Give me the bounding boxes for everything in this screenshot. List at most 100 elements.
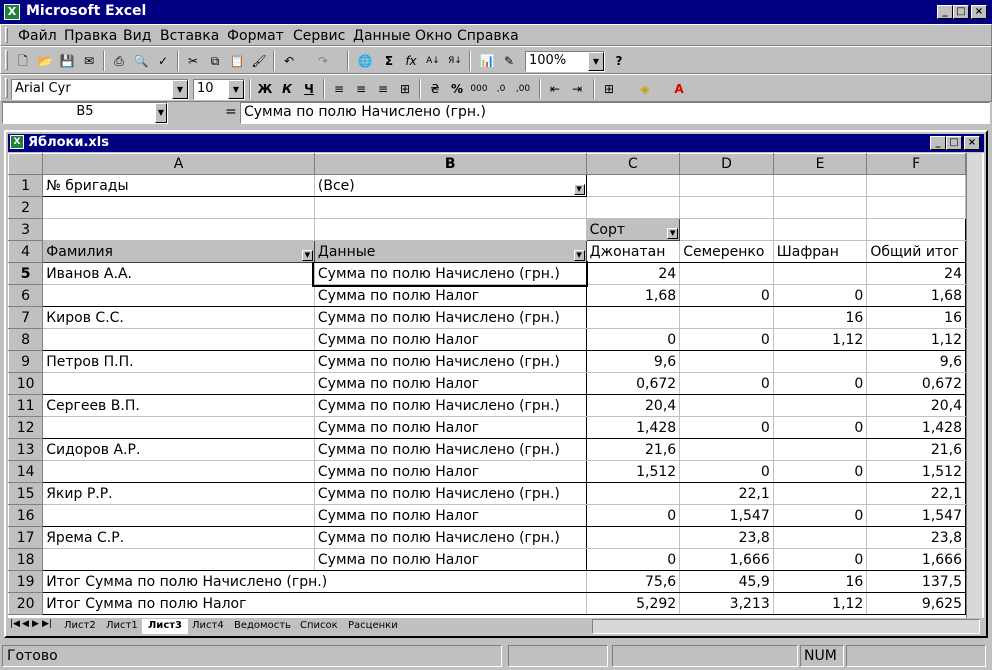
cell[interactable] bbox=[866, 196, 966, 219]
col-header-e[interactable]: E bbox=[772, 153, 868, 175]
row-header[interactable]: 2 bbox=[8, 196, 44, 219]
row-header[interactable]: 12 bbox=[8, 416, 44, 439]
cell-shafran[interactable]: 1,12 bbox=[772, 328, 868, 351]
chevron-down-icon[interactable]: ▼ bbox=[228, 80, 244, 99]
cell-shafran[interactable] bbox=[772, 438, 868, 461]
cell-shafran[interactable] bbox=[772, 526, 868, 549]
cell-data-field[interactable]: Сумма по полю Налог bbox=[313, 416, 587, 439]
drawing-icon[interactable]: ✎ bbox=[499, 51, 519, 71]
bold-icon[interactable]: Ж bbox=[255, 79, 275, 99]
sheet-tab[interactable]: Лист4 bbox=[186, 619, 230, 634]
cell-jonathan[interactable]: 1,512 bbox=[585, 460, 681, 483]
cell-grand-total[interactable]: 1,68 bbox=[866, 284, 966, 307]
cell-jonathan[interactable]: 0 bbox=[585, 328, 681, 351]
row-header[interactable]: 6 bbox=[8, 284, 44, 307]
underline-icon[interactable]: Ч bbox=[299, 79, 319, 99]
cell-surname[interactable]: Петров П.П. bbox=[42, 350, 315, 373]
cell-jonathan[interactable] bbox=[585, 482, 681, 505]
sheet-tab[interactable]: Лист1 bbox=[100, 619, 144, 634]
row-header[interactable]: 10 bbox=[8, 372, 44, 395]
cell-grand-total[interactable]: 16 bbox=[866, 306, 966, 329]
cell[interactable] bbox=[679, 174, 774, 197]
cell[interactable] bbox=[866, 218, 966, 241]
total-grand[interactable]: 9,625 bbox=[866, 592, 966, 615]
total-grand[interactable]: 137,5 bbox=[866, 570, 966, 593]
cell-shafran[interactable]: 16 bbox=[772, 306, 868, 329]
font-select[interactable]: Arial Cyr ▼ bbox=[11, 79, 189, 100]
workbook-icon[interactable]: X bbox=[10, 135, 24, 149]
cell-surname[interactable] bbox=[42, 284, 315, 307]
cell[interactable] bbox=[772, 196, 868, 219]
wb-minimize-button[interactable]: _ bbox=[930, 136, 946, 150]
print-icon[interactable]: ⎙ bbox=[109, 51, 129, 71]
cell[interactable] bbox=[866, 174, 966, 197]
menu-data[interactable]: Данные bbox=[353, 28, 411, 44]
cell-data-field[interactable]: Сумма по полю Налог bbox=[313, 328, 587, 351]
total-semerenko[interactable]: 45,9 bbox=[679, 570, 774, 593]
col-header-c[interactable]: C bbox=[585, 153, 681, 175]
cell-surname[interactable] bbox=[42, 460, 315, 483]
cell-shafran[interactable] bbox=[772, 262, 868, 285]
row-header[interactable]: 1 bbox=[8, 174, 44, 197]
cell-jonathan[interactable]: 1,428 bbox=[585, 416, 681, 439]
sort-ascending-icon[interactable]: А↓ bbox=[423, 51, 443, 71]
cell-grand-total[interactable]: 1,12 bbox=[866, 328, 966, 351]
tab-nav-first-icon[interactable]: |◀ bbox=[10, 619, 20, 629]
horizontal-scrollbar[interactable] bbox=[592, 619, 980, 634]
page-field-filter[interactable]: (Все) ▼ bbox=[313, 174, 587, 197]
decrease-decimal-icon[interactable]: ,00 bbox=[513, 79, 533, 99]
row-header[interactable]: 19 bbox=[8, 570, 44, 593]
cell[interactable] bbox=[679, 218, 774, 241]
sort-descending-icon[interactable]: Я↓ bbox=[445, 51, 465, 71]
total-jonathan[interactable]: 5,292 bbox=[585, 592, 681, 615]
cell-data-field[interactable]: Сумма по полю Начислено (грн.) bbox=[313, 306, 587, 329]
cell-surname[interactable] bbox=[42, 416, 315, 439]
row-header[interactable]: 20 bbox=[8, 592, 44, 615]
open-icon[interactable]: 📂 bbox=[35, 51, 55, 71]
cut-icon[interactable]: ✂ bbox=[183, 51, 203, 71]
menu-window[interactable]: Окно bbox=[415, 28, 452, 44]
excel-icon[interactable]: X bbox=[4, 4, 20, 20]
cell-data-field[interactable]: Сумма по полю Начислено (грн.) bbox=[313, 526, 587, 549]
row-header[interactable]: 9 bbox=[8, 350, 44, 373]
cell-shafran[interactable]: 0 bbox=[772, 416, 868, 439]
cell-data-field[interactable]: Сумма по полю Налог bbox=[313, 372, 587, 395]
thousands-icon[interactable]: 000 bbox=[469, 79, 489, 99]
name-box[interactable]: B5 ▼ bbox=[2, 102, 168, 124]
header-jonathan[interactable]: Джонатан bbox=[585, 240, 681, 263]
chart-wizard-icon[interactable]: 📊 bbox=[477, 51, 497, 71]
total-jonathan[interactable]: 75,6 bbox=[585, 570, 681, 593]
email-icon[interactable]: ✉ bbox=[79, 51, 99, 71]
cell-jonathan[interactable]: 0,672 bbox=[585, 372, 681, 395]
total-label[interactable]: Итог Сумма по полю Начислено (грн.) bbox=[42, 570, 587, 593]
sheet-tab-active[interactable]: Лист3 bbox=[142, 619, 188, 634]
row-header[interactable]: 14 bbox=[8, 460, 44, 483]
row-header[interactable]: 15 bbox=[8, 482, 44, 505]
row-header[interactable]: 16 bbox=[8, 504, 44, 527]
cell[interactable] bbox=[679, 196, 774, 219]
cell-surname[interactable] bbox=[42, 372, 315, 395]
autosum-icon[interactable]: Σ bbox=[379, 51, 399, 71]
cell-shafran[interactable] bbox=[772, 394, 868, 417]
cell-shafran[interactable]: 0 bbox=[772, 284, 868, 307]
row-header[interactable]: 8 bbox=[8, 328, 44, 351]
wb-restore-button[interactable]: □ bbox=[946, 136, 962, 150]
font-color-icon[interactable]: A bbox=[669, 79, 689, 99]
page-field-label[interactable]: № бригады bbox=[42, 174, 315, 197]
row-field-surname[interactable]: Фамилия ▼ bbox=[42, 240, 315, 263]
row-header[interactable]: 4 bbox=[8, 240, 44, 263]
row-header[interactable]: 18 bbox=[8, 548, 44, 571]
cell-shafran[interactable]: 0 bbox=[772, 504, 868, 527]
cell-surname[interactable]: Якир Р.Р. bbox=[42, 482, 315, 505]
col-header-f[interactable]: F bbox=[866, 153, 966, 175]
cell-jonathan[interactable] bbox=[585, 306, 681, 329]
cell-grand-total[interactable]: 1,547 bbox=[866, 504, 966, 527]
cell-grand-total[interactable]: 23,8 bbox=[866, 526, 966, 549]
cell-surname[interactable]: Ярема С.Р. bbox=[42, 526, 315, 549]
font-size-select[interactable]: 10 ▼ bbox=[193, 79, 245, 100]
cell-surname[interactable]: Киров С.С. bbox=[42, 306, 315, 329]
cell-semerenko[interactable]: 1,666 bbox=[679, 548, 774, 571]
vertical-scrollbar[interactable] bbox=[966, 153, 982, 618]
cell-semerenko[interactable]: 0 bbox=[679, 328, 774, 351]
format-painter-icon[interactable]: 🖌 bbox=[249, 51, 269, 71]
